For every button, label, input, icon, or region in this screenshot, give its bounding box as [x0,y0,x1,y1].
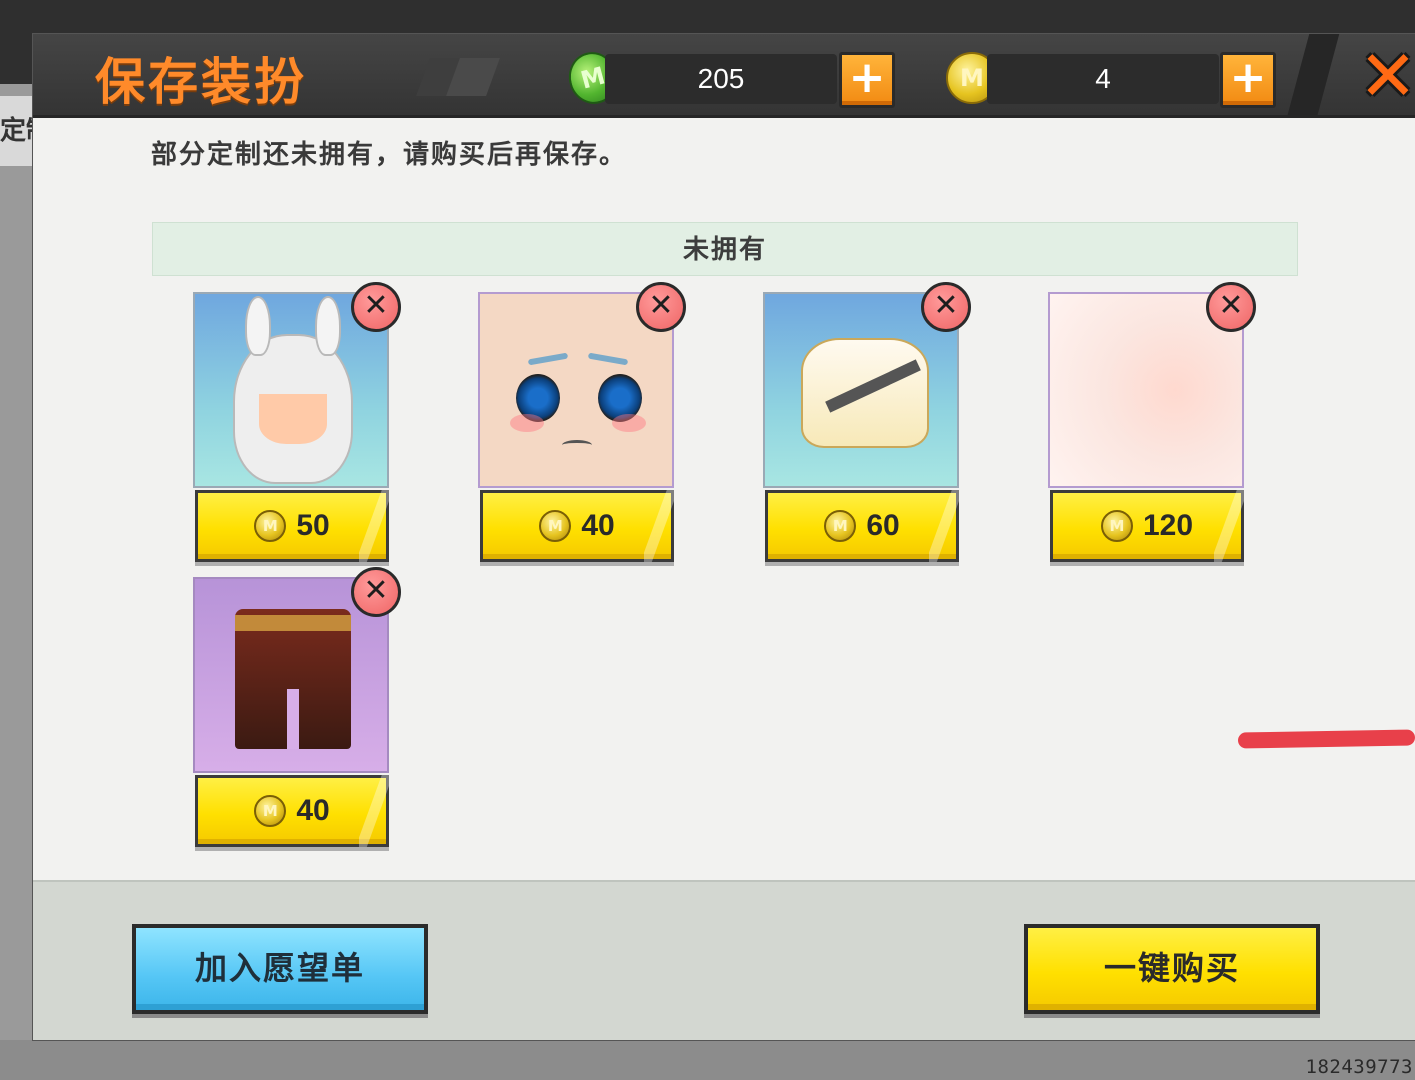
coin-balance: 4 [1095,63,1111,94]
dialog-title: 保存装扮 [95,53,307,111]
add-gems-button[interactable]: + [839,52,895,108]
item-card: ✕ M 40 [193,567,401,849]
remove-item-button[interactable]: ✕ [921,282,971,332]
remove-item-button[interactable]: ✕ [351,567,401,617]
close-button[interactable]: ✕ [1355,40,1415,112]
close-icon: ✕ [933,288,959,323]
background-bottom-strip [0,1040,1415,1080]
background-left-strip [0,84,34,1080]
plus-icon: + [1229,52,1267,103]
coin-icon: M [1100,510,1133,542]
buy-all-button[interactable]: 一键购买 [1024,924,1320,1014]
header-divider [1286,34,1340,118]
buy-item-button[interactable]: M 120 [1050,490,1244,562]
close-icon: ✕ [363,573,389,608]
close-icon: ✕ [1358,35,1415,117]
dialog-footer: 加入愿望单 一键购买 [33,880,1415,1040]
item-price: 60 [866,509,900,542]
add-to-wishlist-button[interactable]: 加入愿望单 [132,924,428,1014]
dialog-header: 保存装扮 M 205 + M 4 + ✕ [33,34,1415,118]
buy-item-button[interactable]: M 40 [480,490,674,562]
item-card: ✕ M 60 [763,282,971,564]
item-card: ✕ M 40 [478,282,686,564]
coin-balance-bar: 4 [987,54,1219,104]
coin-icon: M [539,510,572,542]
buy-item-button[interactable]: M 50 [195,490,389,562]
item-price: 40 [296,794,330,827]
buy-item-button[interactable]: M 60 [765,490,959,562]
close-icon: ✕ [1218,288,1244,323]
add-coins-button[interactable]: + [1220,52,1276,108]
plus-icon: + [848,52,886,103]
item-card: ✕ M 50 [193,282,401,564]
gem-balance-bar: 205 [605,54,837,104]
shorts-icon [235,609,351,749]
remove-item-button[interactable]: ✕ [636,282,686,332]
background-tab: 定制 [0,96,34,166]
notice-text: 部分定制还未拥有，请购买后再保存。 [151,140,628,170]
coin-icon: M [824,510,857,542]
save-outfit-dialog: 保存装扮 M 205 + M 4 + ✕ 部分定制还未拥有，请购买后再保存。 未… [33,34,1415,1040]
coin-icon: M [254,510,287,542]
remove-item-button[interactable]: ✕ [1206,282,1256,332]
user-id-label: 182439773 [1305,1056,1413,1078]
section-header-not-owned: 未拥有 [152,222,1298,276]
coin-icon: M [254,795,287,827]
remove-item-button[interactable]: ✕ [351,282,401,332]
jacket-icon [801,338,929,448]
annotation-mark [1237,729,1415,749]
item-card: ✕ M 120 [1048,282,1256,564]
close-icon: ✕ [648,288,674,323]
item-price: 120 [1142,509,1194,542]
close-icon: ✕ [363,288,389,323]
item-price: 50 [296,509,330,542]
gem-balance: 205 [697,63,745,94]
buy-item-button[interactable]: M 40 [195,775,389,847]
item-price: 40 [581,509,615,542]
